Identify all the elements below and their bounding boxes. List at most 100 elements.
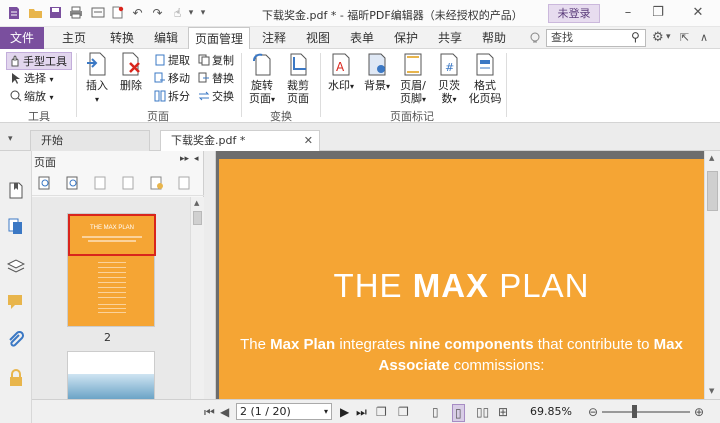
replace-button[interactable]: 替换 xyxy=(198,70,234,86)
tab-file[interactable]: 文件 xyxy=(0,27,44,49)
print-icon[interactable] xyxy=(68,6,83,21)
chevron-down-icon[interactable]: ▾ xyxy=(666,32,671,42)
save-icon[interactable] xyxy=(48,6,63,21)
status-bar: ⏮ ◀ 2 (1 / 20) ▾ ▶ ⏭ ❐ ❐ ▯ ▯ ▯▯ ⊞ 69.85% … xyxy=(204,399,720,423)
login-button[interactable]: 未登录 xyxy=(548,4,600,23)
page-move-icon[interactable] xyxy=(94,176,108,190)
copy-button[interactable]: 复制 xyxy=(198,52,234,68)
crop-page-button[interactable]: 裁剪 页面 xyxy=(281,51,315,105)
scroll-up-icon[interactable]: ▲ xyxy=(194,199,199,207)
header-footer-label-1: 页眉/ xyxy=(400,79,426,92)
previous-view-icon[interactable]: ❐ xyxy=(376,404,387,420)
header-footer-button[interactable]: 页眉/页脚▾ xyxy=(396,51,430,106)
dropdown-arrow-icon[interactable]: ▾ xyxy=(186,6,196,21)
panel-collapse-icon[interactable]: ◂ xyxy=(194,154,199,164)
page-extract-icon[interactable] xyxy=(122,176,136,190)
thumbnail-scrollbar[interactable]: ▲ xyxy=(190,197,204,399)
tab-document[interactable]: 下载奖金.pdf * ✕ xyxy=(160,130,320,151)
continuous-facing-icon[interactable]: ⊞ xyxy=(498,404,508,420)
tab-home[interactable]: 主页 xyxy=(56,27,92,49)
new-icon[interactable] xyxy=(110,6,125,21)
previous-page-icon[interactable]: ◀ xyxy=(220,404,229,420)
zoom-slider[interactable] xyxy=(602,411,690,413)
bookmark-icon[interactable] xyxy=(7,181,25,199)
tab-convert[interactable]: 转换 xyxy=(104,27,140,49)
customize-icon[interactable]: ▾ xyxy=(198,6,208,21)
scroll-down-icon[interactable]: ▼ xyxy=(709,387,714,395)
insert-page-button[interactable]: 插入 ▾ xyxy=(80,51,114,106)
zoom-slider-knob[interactable] xyxy=(632,405,637,418)
restore-icon[interactable]: ❐ xyxy=(648,3,668,23)
swap-label: 交换 xyxy=(212,90,234,103)
zoom-in-icon[interactable]: ⊕ xyxy=(694,404,704,420)
last-page-icon[interactable]: ⏭ xyxy=(356,404,367,420)
delete-page-button[interactable]: 删除 xyxy=(114,51,148,92)
redo-icon[interactable]: ↷ xyxy=(150,6,165,21)
rotate-page-button[interactable]: 旋转 页面▾ xyxy=(245,51,279,106)
layers-icon[interactable] xyxy=(6,257,26,275)
extract-icon xyxy=(154,54,166,66)
tab-page-management[interactable]: 页面管理 xyxy=(188,27,250,50)
panel-bottom-bar xyxy=(32,399,204,423)
lock-icon[interactable] xyxy=(7,369,25,387)
hand-tool-button[interactable]: 手型工具 xyxy=(6,52,72,70)
minimize-icon[interactable]: – xyxy=(618,3,638,23)
tab-edit[interactable]: 编辑 xyxy=(148,27,184,49)
format-page-number-button[interactable]: 格式 化页码 xyxy=(468,51,502,105)
single-page-icon[interactable]: ▯ xyxy=(432,404,439,420)
folder-open-icon[interactable] xyxy=(28,6,43,21)
zoom-in-thumbnail-icon[interactable] xyxy=(38,176,52,190)
page-delete-icon[interactable] xyxy=(178,176,192,190)
background-button[interactable]: 背景▾ xyxy=(360,51,394,93)
first-page-icon[interactable]: ⏮ xyxy=(204,404,215,420)
panel-expand-icon[interactable]: ▸▸ xyxy=(180,154,189,164)
tab-comment[interactable]: 注释 xyxy=(256,27,292,49)
pdf-page[interactable]: THE MAX PLAN The Max Plan integrates nin… xyxy=(219,159,704,399)
tabs-scroll-left-icon[interactable]: ▾ xyxy=(8,134,13,144)
select-tool-button[interactable]: 选择 ▾ xyxy=(10,70,54,86)
lightbulb-icon[interactable] xyxy=(528,31,542,45)
close-tab-icon[interactable]: ✕ xyxy=(304,131,313,151)
scroll-up-icon[interactable]: ▲ xyxy=(709,154,714,162)
zoom-out-icon[interactable]: ⊖ xyxy=(588,404,598,420)
close-icon[interactable]: ✕ xyxy=(688,3,708,23)
facing-page-icon[interactable]: ▯▯ xyxy=(476,404,489,420)
continuous-page-icon[interactable]: ▯ xyxy=(452,404,465,422)
bates-number-button[interactable]: # 贝茨 数▾ xyxy=(432,51,466,106)
scrollbar-thumb[interactable] xyxy=(707,171,718,211)
zoom-out-thumbnail-icon[interactable] xyxy=(66,176,80,190)
next-view-icon[interactable]: ❐ xyxy=(398,404,409,420)
swap-button[interactable]: 交换 xyxy=(198,88,234,104)
search-icon[interactable]: ⚲ xyxy=(631,30,640,44)
expand-ribbon-icon[interactable]: ⇱ xyxy=(680,31,689,44)
collapse-ribbon-icon[interactable]: ∧ xyxy=(700,31,708,44)
move-button[interactable]: 移动 xyxy=(154,70,190,86)
tab-view[interactable]: 视图 xyxy=(300,27,336,49)
page-properties-icon[interactable] xyxy=(150,176,164,190)
zoom-tool-button[interactable]: 缩放 ▾ xyxy=(10,88,54,104)
document-scrollbar[interactable]: ▲ ▼ xyxy=(704,151,720,399)
split-button[interactable]: 拆分 xyxy=(154,88,190,104)
page-thumbnail[interactable] xyxy=(67,351,155,399)
scan-icon[interactable] xyxy=(90,6,105,21)
extract-button[interactable]: 提取 xyxy=(154,52,190,68)
undo-icon[interactable]: ↶ xyxy=(130,6,145,21)
tab-form[interactable]: 表单 xyxy=(344,27,380,49)
tab-protect[interactable]: 保护 xyxy=(388,27,424,49)
tab-document-label: 下载奖金.pdf * xyxy=(171,134,246,147)
tab-share[interactable]: 共享 xyxy=(432,27,468,49)
tab-start[interactable]: 开始 xyxy=(30,130,150,151)
tab-help[interactable]: 帮助 xyxy=(476,27,512,49)
attachment-icon[interactable] xyxy=(7,330,25,349)
next-page-icon[interactable]: ▶ xyxy=(340,404,349,420)
page-number-select[interactable]: 2 (1 / 20) ▾ xyxy=(236,403,332,420)
split-label: 拆分 xyxy=(168,90,190,103)
page-thumbnail[interactable]: THE MAX PLAN xyxy=(67,213,156,327)
comments-icon[interactable] xyxy=(7,293,25,311)
watermark-button[interactable]: A 水印▾ xyxy=(324,51,358,93)
hand-icon[interactable]: ☝ xyxy=(170,6,185,21)
scrollbar-thumb[interactable] xyxy=(193,211,202,225)
ribbon: 手型工具 选择 ▾ 缩放 ▾ 工具 插入 ▾ 删除 提取 移动 拆分 复制 替换 … xyxy=(0,49,720,123)
pages-panel-icon[interactable] xyxy=(7,217,25,235)
gear-icon[interactable]: ⚙ xyxy=(652,30,664,45)
